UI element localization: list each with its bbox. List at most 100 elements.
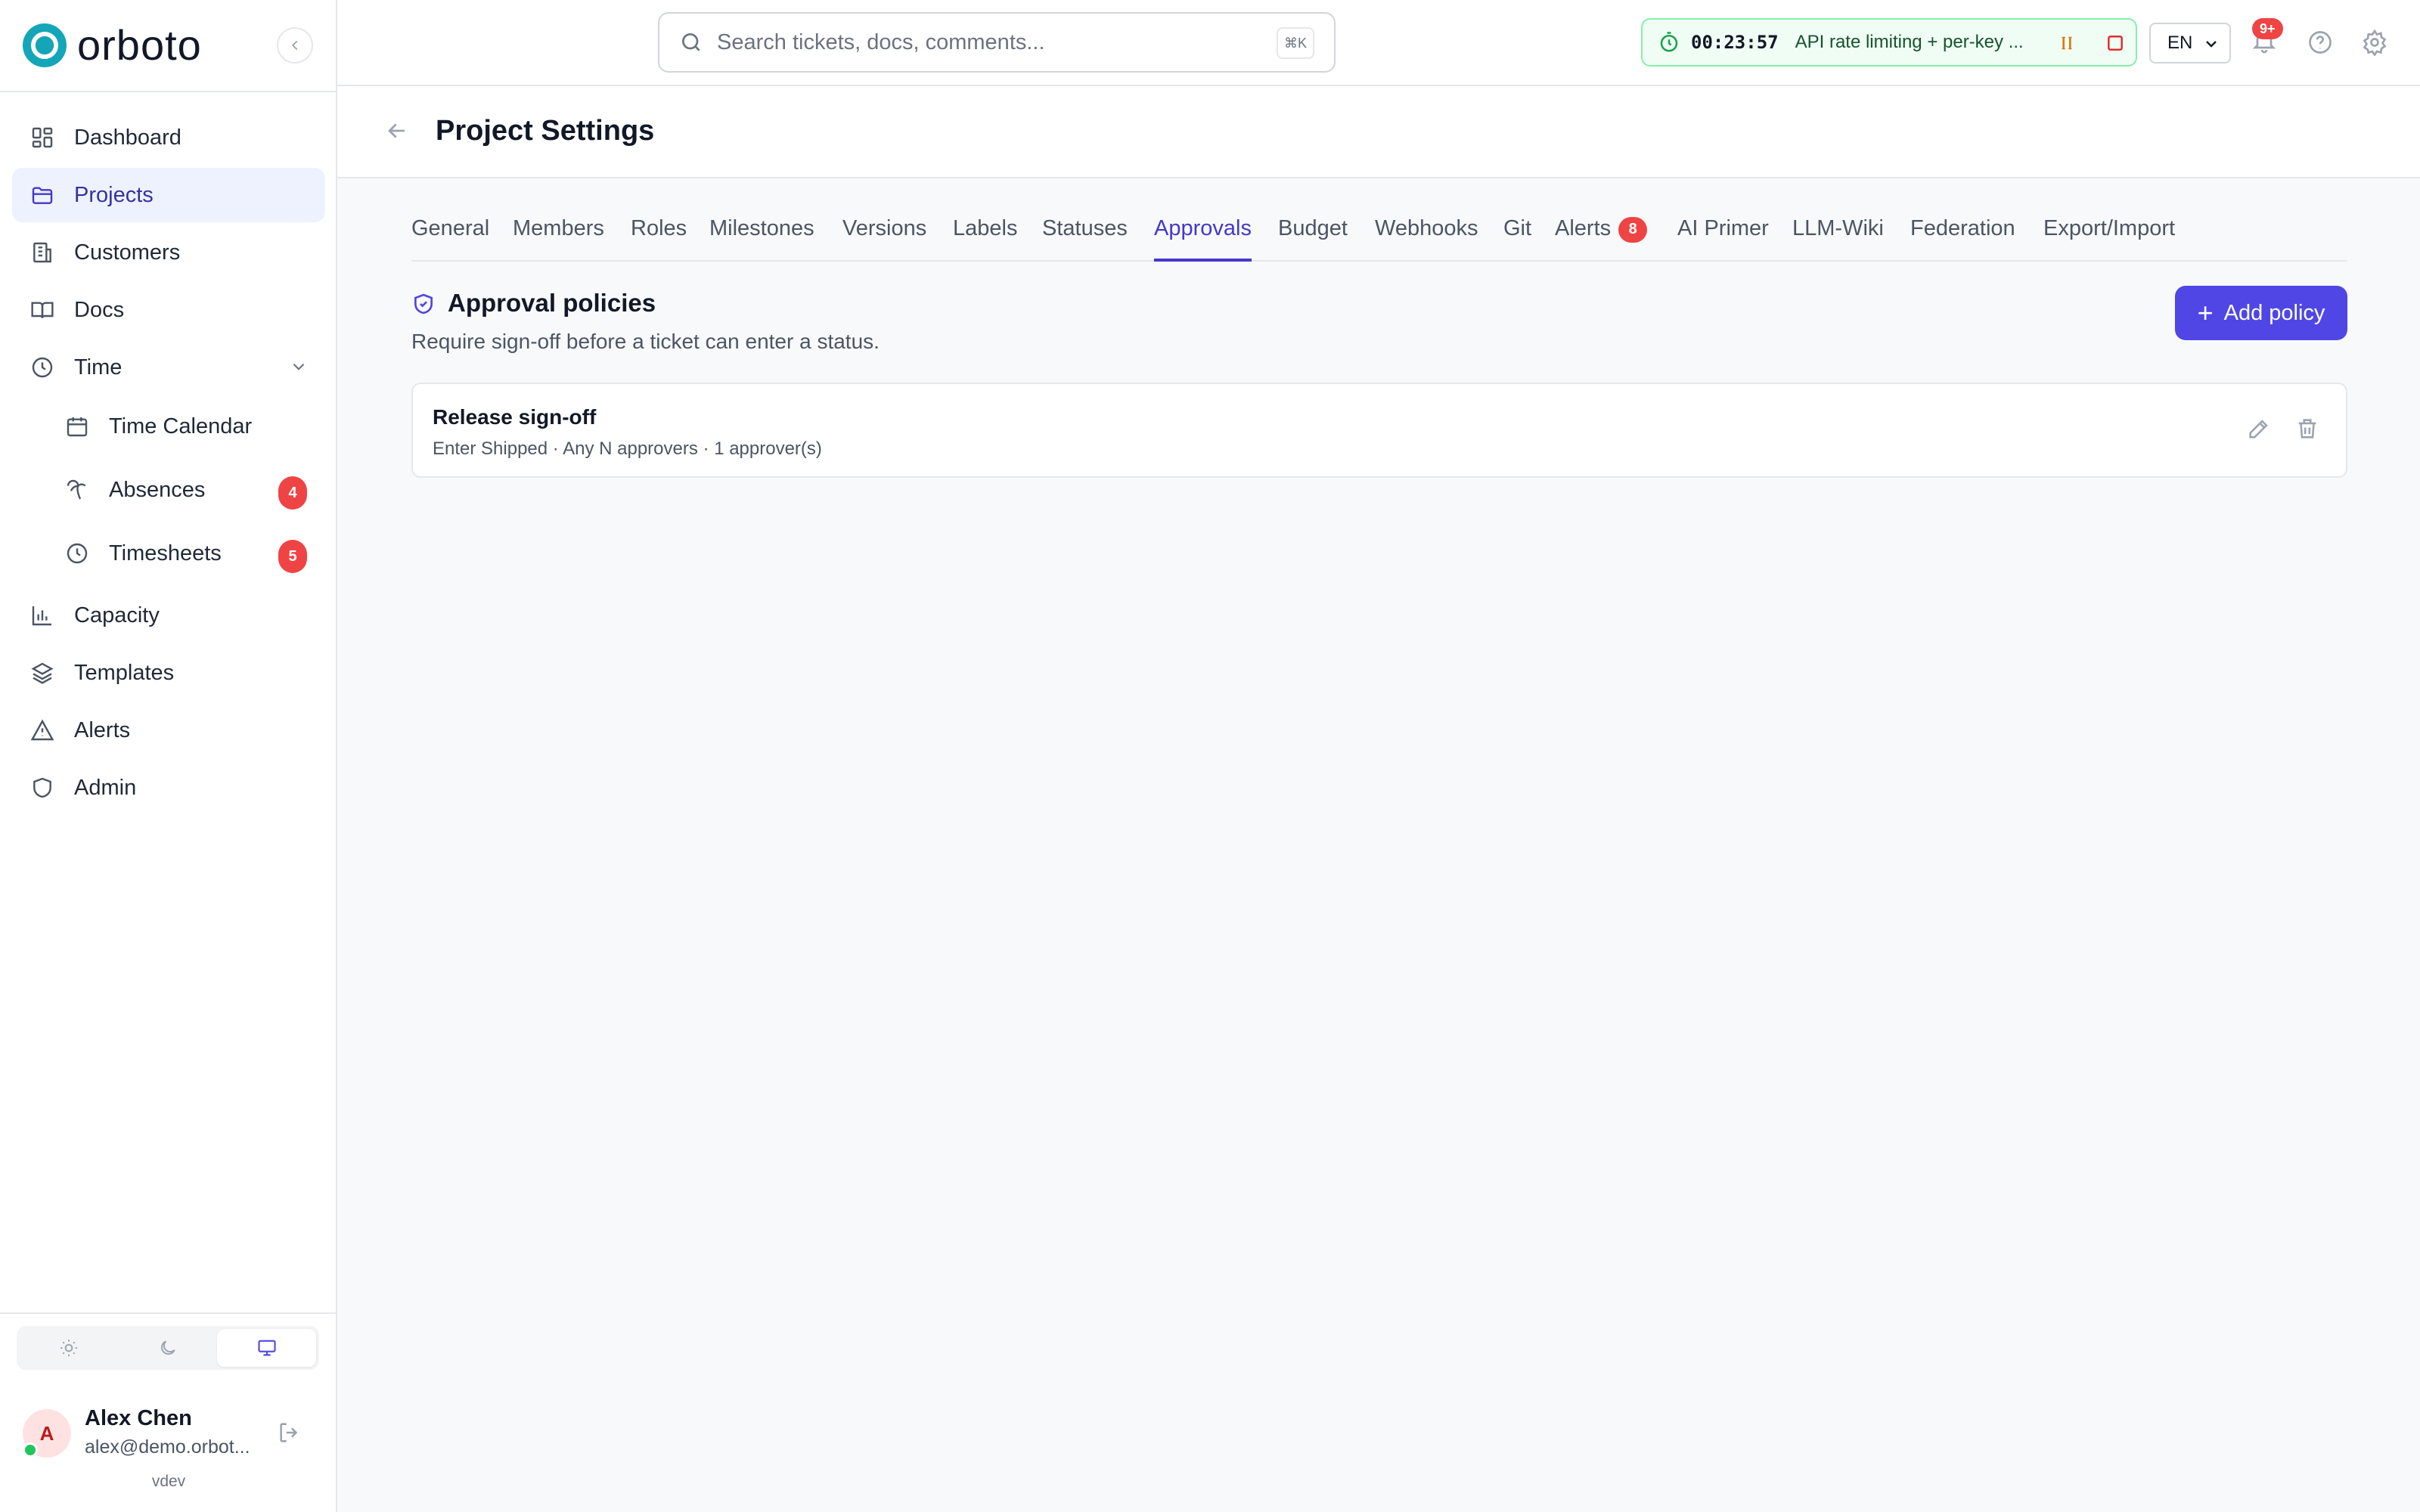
chevron-down-icon[interactable]: [289, 357, 309, 376]
theme-system-button[interactable]: [217, 1329, 317, 1367]
search-input[interactable]: Search tickets, docs, comments... ⌘K: [658, 12, 1336, 73]
add-policy-button[interactable]: + Add policy: [2175, 286, 2347, 340]
tab-roles[interactable]: Roles: [631, 216, 687, 262]
sidebar-item-alerts[interactable]: Alerts: [12, 703, 325, 758]
tab-alerts-label: Alerts: [1555, 216, 1612, 240]
tab-milestones[interactable]: Milestones: [709, 216, 814, 262]
section-description: Require sign-off before a ticket can ent…: [411, 330, 880, 353]
sidebar-item-label: Time Calendar: [109, 414, 253, 438]
user-profile[interactable]: A Alex Chen alex@demo.orbot...: [23, 1405, 318, 1462]
palm-icon: [65, 478, 89, 502]
help-icon[interactable]: [2307, 29, 2334, 56]
clock-icon: [30, 355, 54, 380]
page-title: Project Settings: [436, 115, 655, 147]
stop-icon[interactable]: [2105, 33, 2125, 53]
sidebar-item-capacity[interactable]: Capacity: [12, 588, 325, 643]
sidebar-item-label: Alerts: [74, 717, 131, 742]
user-name: Alex Chen: [85, 1406, 192, 1430]
theme-switcher: [17, 1326, 319, 1370]
calendar-icon: [65, 414, 89, 438]
tab-git[interactable]: Git: [1503, 216, 1531, 262]
policy-name: Release sign-off: [433, 405, 597, 429]
sidebar-item-label: Docs: [74, 297, 125, 322]
sidebar-divider: [0, 91, 337, 92]
sidebar-item-docs[interactable]: Docs: [12, 283, 325, 337]
sidebar-item-label: Timesheets: [109, 541, 222, 565]
sidebar-nav: Dashboard Projects Customers Docs Time T…: [12, 110, 325, 818]
sidebar-item-label: Admin: [74, 775, 137, 800]
app-name: orboto: [77, 21, 202, 69]
theme-dark-button[interactable]: [119, 1329, 218, 1367]
monitor-icon: [258, 1340, 276, 1356]
sidebar-item-label: Capacity: [74, 603, 160, 627]
tab-statuses[interactable]: Statuses: [1042, 216, 1128, 262]
search-shortcut-hint: ⌘K: [1276, 27, 1314, 59]
dashboard-icon: [30, 125, 54, 150]
add-policy-label: Add policy: [2223, 300, 2325, 325]
bar-chart-icon: [30, 603, 54, 627]
back-arrow-icon[interactable]: [384, 118, 410, 144]
app-logo[interactable]: orboto: [23, 21, 318, 70]
pause-icon[interactable]: [2057, 33, 2077, 53]
collapse-sidebar-button[interactable]: [277, 27, 313, 64]
moon-icon: [161, 1340, 175, 1355]
plus-icon: +: [2197, 297, 2214, 328]
sidebar-item-timesheets[interactable]: Timesheets 5: [12, 525, 325, 582]
timer-elapsed: 00:23:57: [1691, 32, 1779, 53]
sidebar-item-projects[interactable]: Projects: [12, 168, 325, 222]
sidebar-item-templates[interactable]: Templates: [12, 646, 325, 700]
tab-approvals[interactable]: Approvals: [1154, 216, 1252, 262]
sidebar-item-dashboard[interactable]: Dashboard: [12, 110, 325, 165]
sidebar-item-label: Absences: [109, 477, 206, 502]
sidebar-item-admin[interactable]: Admin: [12, 761, 325, 815]
tab-labels[interactable]: Labels: [953, 216, 1017, 262]
tab-budget[interactable]: Budget: [1278, 216, 1348, 262]
search-icon: [682, 33, 700, 51]
building-icon: [30, 240, 54, 265]
sidebar: orboto Dashboard Projects Customers Docs…: [0, 0, 337, 1512]
sidebar-item-customers[interactable]: Customers: [12, 225, 325, 280]
chevron-down-icon: [2206, 41, 2217, 48]
settings-tabs: General Members Roles Milestones Version…: [411, 209, 2347, 262]
theme-light-button[interactable]: [20, 1329, 119, 1367]
tab-versions[interactable]: Versions: [842, 216, 926, 262]
trash-icon[interactable]: [2294, 416, 2320, 442]
tab-export-import[interactable]: Export/Import: [2043, 216, 2175, 262]
running-timer[interactable]: 00:23:57 API rate limiting + per-key ...: [1641, 18, 2137, 67]
language-select[interactable]: EN: [2149, 23, 2231, 64]
sidebar-item-time[interactable]: Time: [12, 340, 325, 395]
shield-check-icon: [414, 293, 433, 314]
tab-members[interactable]: Members: [513, 216, 604, 262]
sidebar-item-label: Templates: [74, 660, 175, 685]
gear-icon[interactable]: [2361, 29, 2388, 56]
folder-icon: [30, 183, 54, 207]
sidebar-item-label: Customers: [74, 240, 181, 265]
stopwatch-icon: [1660, 32, 1678, 52]
notifications-badge: 9+: [2252, 18, 2283, 39]
shield-icon: [30, 776, 54, 800]
section-title: Approval policies: [448, 289, 656, 317]
tab-alerts[interactable]: Alerts 8: [1555, 216, 1648, 262]
sidebar-item-label: Projects: [74, 182, 154, 207]
sidebar-item-label: Dashboard: [74, 125, 182, 150]
search-placeholder: Search tickets, docs, comments...: [717, 29, 1045, 54]
logout-icon[interactable]: [277, 1420, 302, 1445]
sidebar-footer-divider: [0, 1312, 337, 1314]
tab-llm-wiki[interactable]: LLM-Wiki: [1792, 216, 1884, 262]
policy-item: Release sign-off Enter Shipped · Any N a…: [411, 383, 2347, 478]
tab-federation[interactable]: Federation: [1910, 216, 2015, 262]
layers-icon: [30, 661, 54, 685]
sun-icon: [60, 1340, 78, 1356]
sidebar-item-label: Time: [74, 355, 123, 380]
online-status-dot: [23, 1442, 38, 1458]
alerts-count-badge: 8: [1618, 216, 1648, 243]
tab-general[interactable]: General: [411, 216, 489, 262]
sidebar-item-absences[interactable]: Absences 4: [12, 461, 325, 519]
logo-mark-icon: [23, 23, 67, 67]
user-email: alex@demo.orbot...: [85, 1436, 250, 1458]
edit-icon[interactable]: [2246, 416, 2272, 442]
tab-webhooks[interactable]: Webhooks: [1375, 216, 1478, 262]
chevron-left-icon: [291, 40, 298, 51]
sidebar-item-time-calendar[interactable]: Time Calendar: [12, 398, 325, 455]
tab-ai-primer[interactable]: AI Primer: [1677, 216, 1769, 262]
